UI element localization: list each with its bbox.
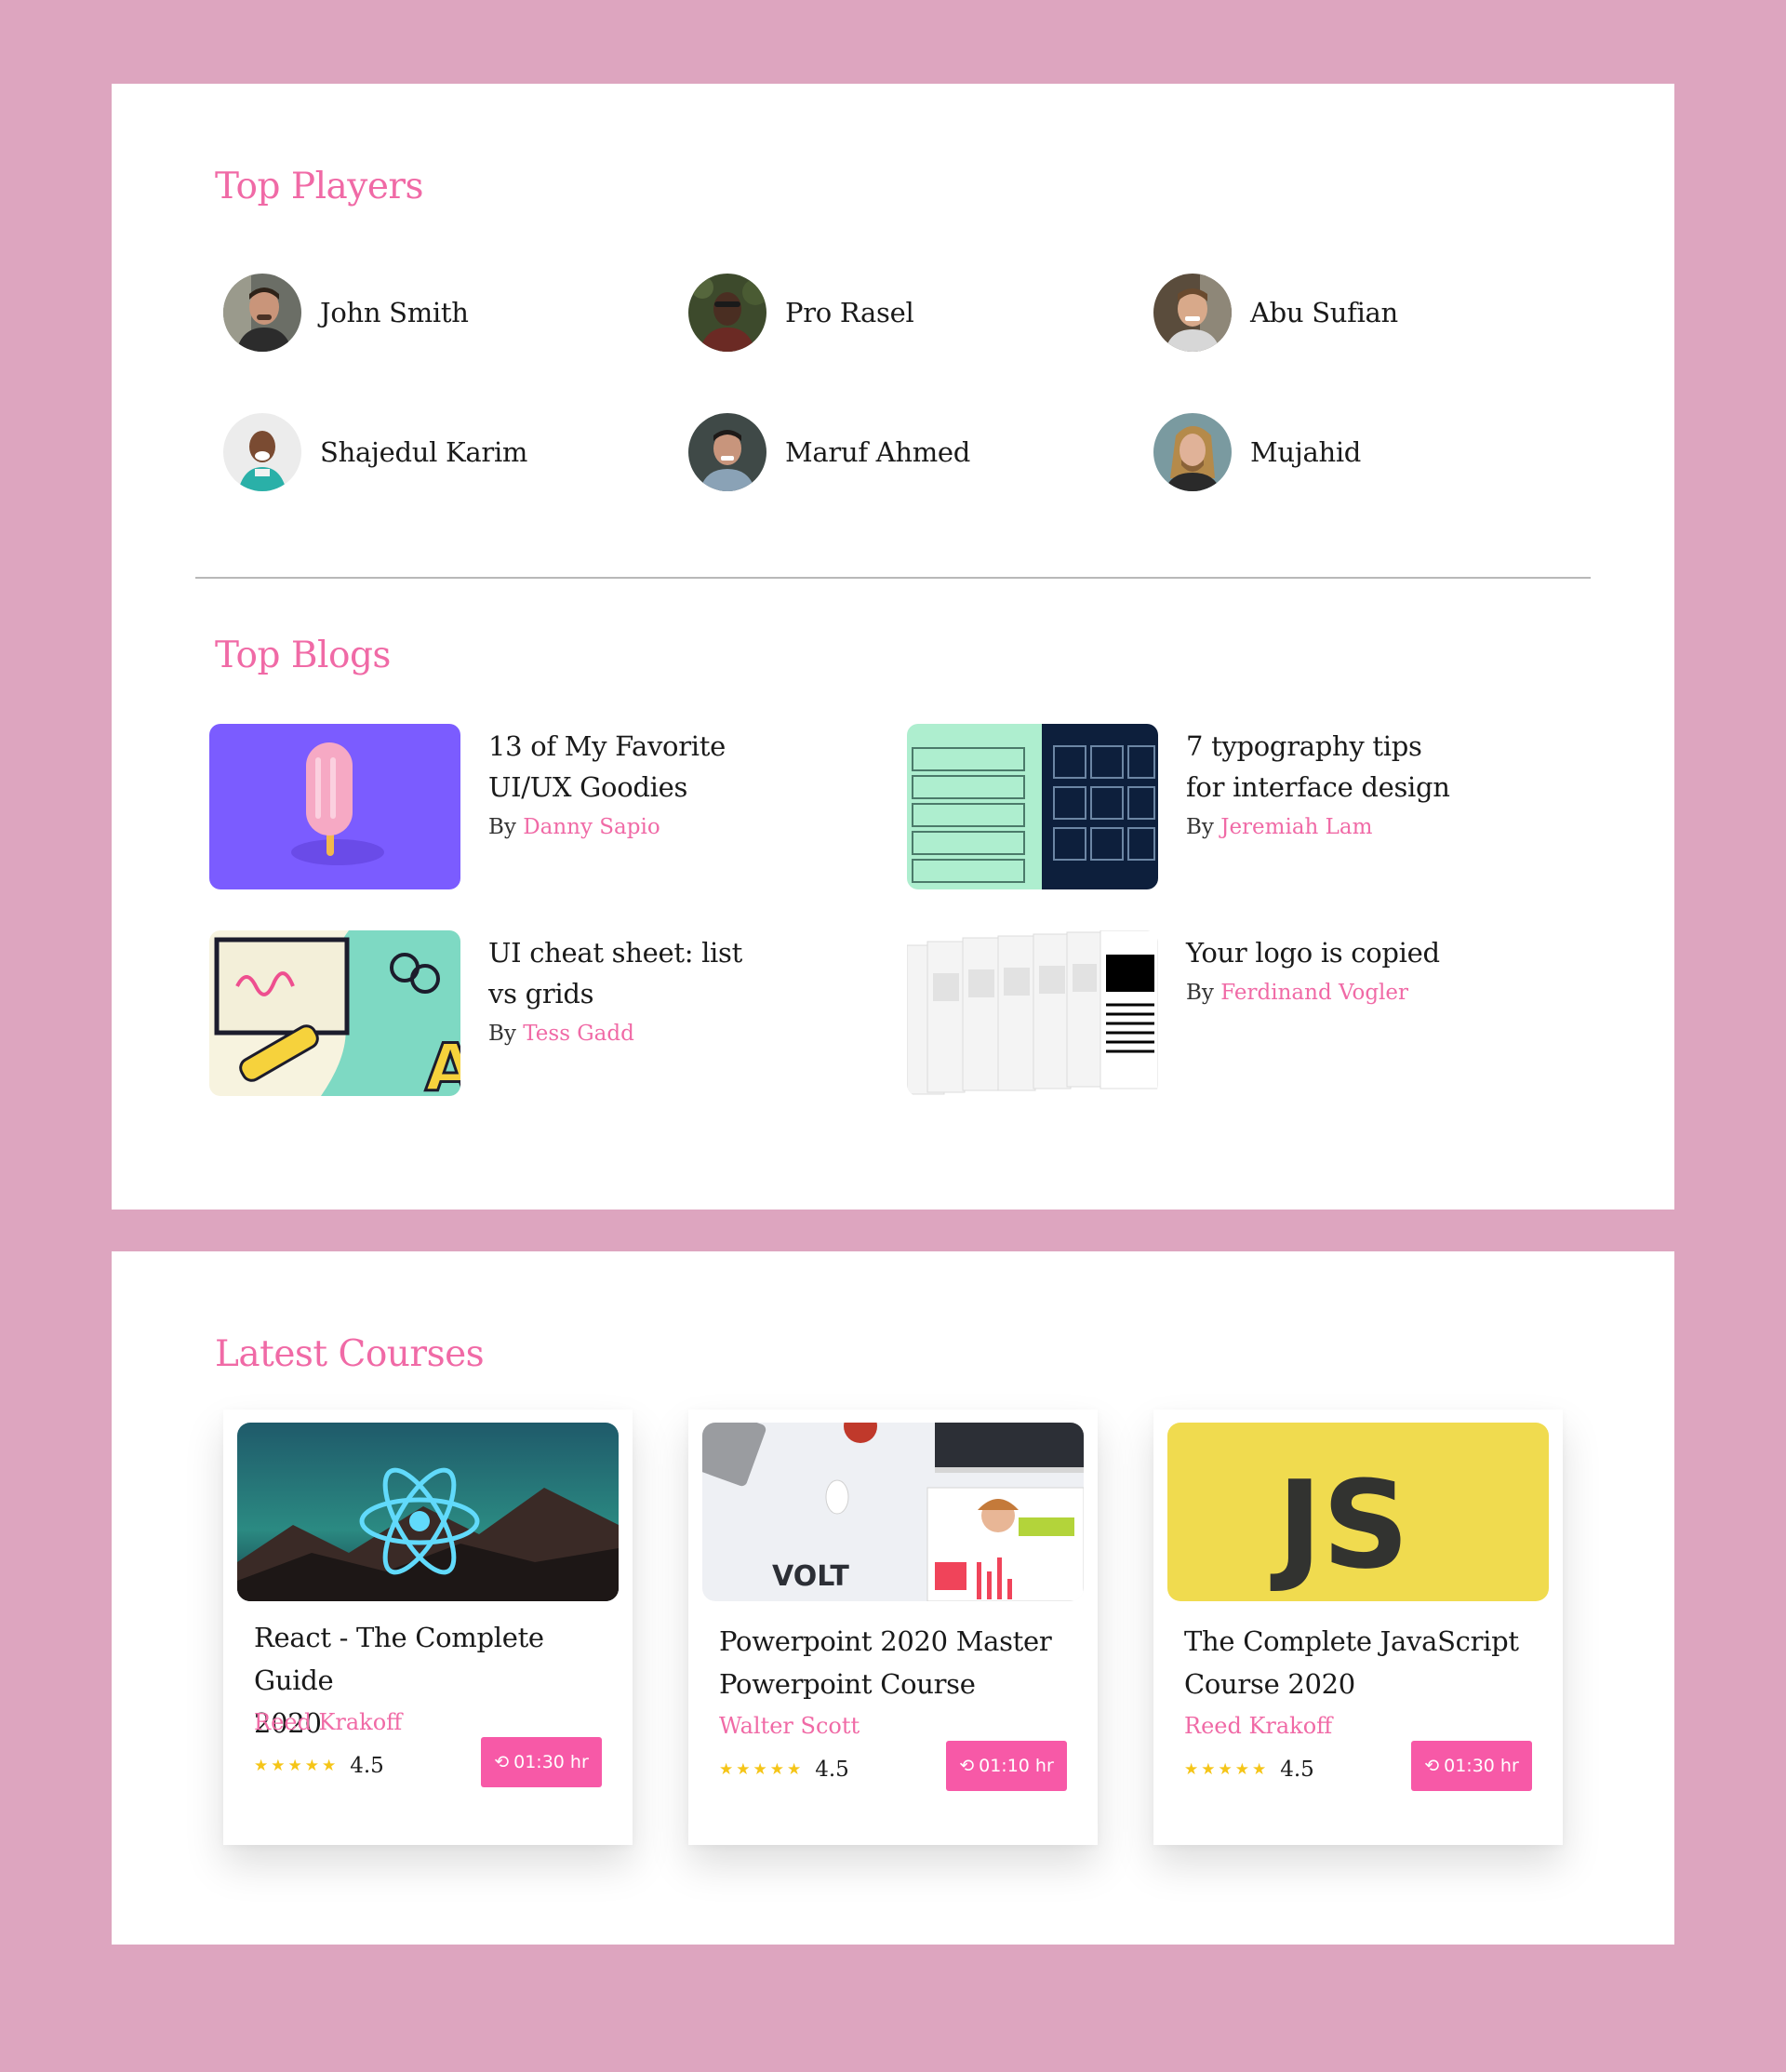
blog-title[interactable]: 13 of My Favorite UI/UX Goodies (488, 726, 795, 808)
player-item[interactable]: Maruf Ahmed (688, 413, 970, 491)
avatar (223, 413, 301, 491)
duration-label: 01:30 hr (513, 1752, 589, 1772)
player-name: Mujahid (1250, 436, 1362, 468)
blog-thumbnail[interactable] (209, 724, 460, 889)
by-label: By (488, 815, 516, 839)
course-title-line: React - The Complete Guide (254, 1622, 544, 1696)
blog-title[interactable]: 7 typography tips for interface design (1186, 726, 1493, 808)
blog-byline: By Jeremiah Lam (1186, 815, 1493, 839)
course-instructor[interactable]: Walter Scott (719, 1713, 860, 1739)
star-icon: ★★★★★ (719, 1760, 805, 1779)
rating-value: 4.5 (1280, 1758, 1314, 1782)
course-title-line: The Complete JavaScript (1184, 1625, 1519, 1657)
blog-title-line: UI/UX Goodies (488, 771, 688, 803)
duration-label: 01:10 hr (979, 1756, 1054, 1776)
course-instructor[interactable]: Reed Krakoff (254, 1709, 402, 1735)
blog-title-line: 7 typography tips (1186, 730, 1422, 762)
svg-text:A: A (425, 1030, 460, 1096)
course-thumbnail[interactable]: JS (1167, 1423, 1549, 1601)
blog-item[interactable]: A UI cheat sheet: list vs grids By Tess … (209, 930, 795, 1096)
course-rating: ★★★★★ 4.5 (719, 1758, 849, 1782)
course-card[interactable]: VOLT Powerpoint 2020 Master Powerpoint C… (688, 1410, 1098, 1845)
player-name: Shajedul Karim (320, 436, 528, 468)
blog-item[interactable]: 13 of My Favorite UI/UX Goodies By Danny… (209, 724, 795, 889)
course-title[interactable]: Powerpoint 2020 Master Powerpoint Course (719, 1620, 1082, 1705)
blog-thumbnail[interactable] (907, 930, 1158, 1096)
course-duration-button[interactable]: ⟲ 01:30 hr (1411, 1741, 1532, 1791)
player-item[interactable]: Pro Rasel (688, 274, 914, 352)
player-name: Maruf Ahmed (785, 436, 971, 468)
duration-label: 01:30 hr (1444, 1756, 1519, 1776)
avatar (1153, 274, 1232, 352)
top-blogs-heading: Top Blogs (215, 635, 391, 676)
players-blogs-card: Top Players John Smith Pro Rasel Abu Suf… (112, 84, 1674, 1210)
blog-byline: By Danny Sapio (488, 815, 795, 839)
blog-item[interactable]: Your logo is copied By Ferdinand Vogler (907, 930, 1493, 1096)
player-name: John Smith (320, 297, 469, 328)
player-name: Abu Sufian (1250, 297, 1398, 328)
rating-value: 4.5 (350, 1754, 384, 1778)
course-card[interactable]: JS The Complete JavaScript Course 2020 R… (1153, 1410, 1563, 1845)
course-duration-button[interactable]: ⟲ 01:30 hr (481, 1737, 602, 1787)
avatar (688, 413, 766, 491)
avatar (688, 274, 766, 352)
blog-title-line: for interface design (1186, 771, 1450, 803)
player-name: Pro Rasel (785, 297, 914, 328)
player-item[interactable]: John Smith (223, 274, 469, 352)
blog-title-line: 13 of My Favorite (488, 730, 726, 762)
by-label: By (1186, 981, 1214, 1005)
clock-history-icon: ⟲ (1424, 1756, 1440, 1776)
blog-title-line: Your logo is copied (1186, 937, 1440, 969)
course-card[interactable]: React - The Complete Guide 2020 Reed Kra… (223, 1410, 633, 1845)
clock-history-icon: ⟲ (494, 1752, 510, 1772)
blog-title-line: vs grids (488, 978, 594, 1009)
blog-thumbnail[interactable] (907, 724, 1158, 889)
blog-text: 7 typography tips for interface design B… (1186, 724, 1493, 839)
top-players-heading: Top Players (215, 166, 424, 207)
star-icon: ★★★★★ (1184, 1760, 1270, 1779)
clock-history-icon: ⟲ (959, 1756, 975, 1776)
player-item[interactable]: Mujahid (1153, 413, 1361, 491)
course-thumbnail[interactable]: VOLT (702, 1423, 1084, 1601)
course-title[interactable]: The Complete JavaScript Course 2020 (1184, 1620, 1547, 1705)
thumbnail-logo-text: JS (1270, 1454, 1409, 1596)
blog-author-link[interactable]: Danny Sapio (523, 815, 660, 839)
blog-author-link[interactable]: Tess Gadd (523, 1022, 634, 1046)
star-icon: ★★★★★ (254, 1757, 340, 1775)
blog-byline: By Ferdinand Vogler (1186, 981, 1493, 1005)
course-duration-button[interactable]: ⟲ 01:10 hr (946, 1741, 1067, 1791)
course-thumbnail[interactable] (237, 1423, 619, 1601)
player-item[interactable]: Abu Sufian (1153, 274, 1398, 352)
player-item[interactable]: Shajedul Karim (223, 413, 527, 491)
blog-title-line: UI cheat sheet: list (488, 937, 742, 969)
blog-thumbnail[interactable]: A (209, 930, 460, 1096)
by-label: By (488, 1022, 516, 1046)
blog-author-link[interactable]: Ferdinand Vogler (1220, 981, 1408, 1005)
blog-title[interactable]: Your logo is copied (1186, 932, 1493, 973)
avatar (1153, 413, 1232, 491)
section-divider (195, 577, 1591, 579)
course-instructor[interactable]: Reed Krakoff (1184, 1713, 1332, 1739)
blog-text: 13 of My Favorite UI/UX Goodies By Danny… (488, 724, 795, 839)
thumbnail-logo-text: VOLT (772, 1560, 849, 1593)
course-title-line: Powerpoint 2020 Master (719, 1625, 1052, 1657)
course-rating: ★★★★★ 4.5 (1184, 1758, 1314, 1782)
course-title-line: Course 2020 (1184, 1668, 1355, 1700)
latest-courses-heading: Latest Courses (215, 1333, 485, 1375)
blog-author-link[interactable]: Jeremiah Lam (1220, 815, 1372, 839)
rating-value: 4.5 (815, 1758, 849, 1782)
blog-item[interactable]: 7 typography tips for interface design B… (907, 724, 1493, 889)
avatar (223, 274, 301, 352)
latest-courses-card: Latest Courses React - The Complete Guid… (112, 1251, 1674, 1945)
course-rating: ★★★★★ 4.5 (254, 1754, 384, 1778)
blog-text: UI cheat sheet: list vs grids By Tess Ga… (488, 930, 795, 1046)
by-label: By (1186, 815, 1214, 839)
blog-text: Your logo is copied By Ferdinand Vogler (1186, 930, 1493, 1005)
blog-title[interactable]: UI cheat sheet: list vs grids (488, 932, 795, 1014)
course-title-line: Powerpoint Course (719, 1668, 976, 1700)
blog-byline: By Tess Gadd (488, 1022, 795, 1046)
